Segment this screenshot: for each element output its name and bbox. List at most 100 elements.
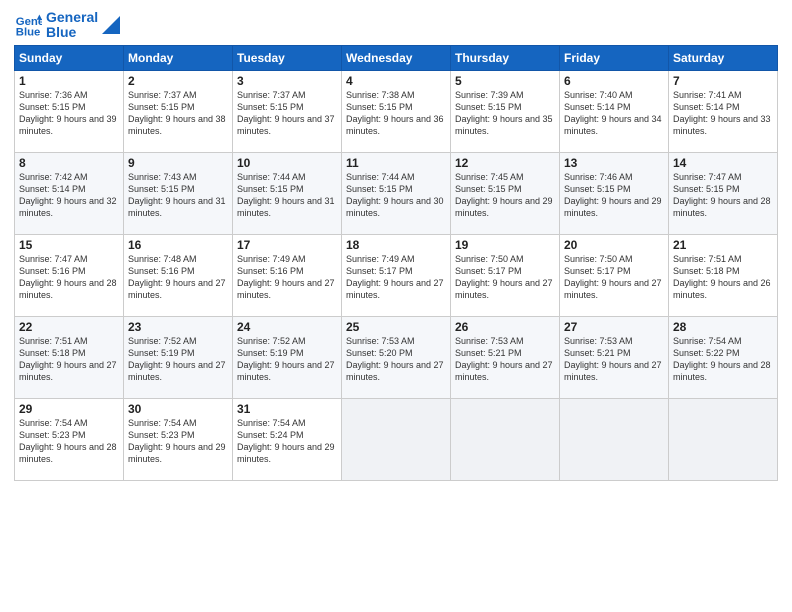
- calendar-cell: 19 Sunrise: 7:50 AMSunset: 5:17 PMDaylig…: [451, 234, 560, 316]
- calendar-cell: 7 Sunrise: 7:41 AMSunset: 5:14 PMDayligh…: [669, 70, 778, 152]
- calendar-cell: 15 Sunrise: 7:47 AMSunset: 5:16 PMDaylig…: [15, 234, 124, 316]
- calendar-table: SundayMondayTuesdayWednesdayThursdayFrid…: [14, 45, 778, 481]
- svg-text:Blue: Blue: [16, 27, 41, 39]
- weekday-header-saturday: Saturday: [669, 45, 778, 70]
- calendar-cell: 22 Sunrise: 7:51 AMSunset: 5:18 PMDaylig…: [15, 316, 124, 398]
- calendar-cell: 4 Sunrise: 7:38 AMSunset: 5:15 PMDayligh…: [342, 70, 451, 152]
- day-info: Sunrise: 7:48 AMSunset: 5:16 PMDaylight:…: [128, 254, 226, 300]
- calendar-cell: 23 Sunrise: 7:52 AMSunset: 5:19 PMDaylig…: [124, 316, 233, 398]
- day-info: Sunrise: 7:52 AMSunset: 5:19 PMDaylight:…: [237, 336, 335, 382]
- calendar-week-3: 15 Sunrise: 7:47 AMSunset: 5:16 PMDaylig…: [15, 234, 778, 316]
- day-number: 16: [128, 238, 228, 252]
- day-info: Sunrise: 7:50 AMSunset: 5:17 PMDaylight:…: [455, 254, 553, 300]
- weekday-header-tuesday: Tuesday: [233, 45, 342, 70]
- weekday-header-monday: Monday: [124, 45, 233, 70]
- day-info: Sunrise: 7:51 AMSunset: 5:18 PMDaylight:…: [673, 254, 771, 300]
- day-info: Sunrise: 7:36 AMSunset: 5:15 PMDaylight:…: [19, 90, 117, 136]
- calendar-cell: 9 Sunrise: 7:43 AMSunset: 5:15 PMDayligh…: [124, 152, 233, 234]
- day-number: 22: [19, 320, 119, 334]
- day-number: 10: [237, 156, 337, 170]
- logo-blue: Blue: [46, 25, 98, 40]
- weekday-header-friday: Friday: [560, 45, 669, 70]
- day-number: 3: [237, 74, 337, 88]
- day-number: 13: [564, 156, 664, 170]
- calendar-cell: 2 Sunrise: 7:37 AMSunset: 5:15 PMDayligh…: [124, 70, 233, 152]
- calendar-cell: 28 Sunrise: 7:54 AMSunset: 5:22 PMDaylig…: [669, 316, 778, 398]
- calendar-week-4: 22 Sunrise: 7:51 AMSunset: 5:18 PMDaylig…: [15, 316, 778, 398]
- logo-icon: General Blue: [14, 11, 42, 39]
- calendar-week-2: 8 Sunrise: 7:42 AMSunset: 5:14 PMDayligh…: [15, 152, 778, 234]
- calendar-cell: 20 Sunrise: 7:50 AMSunset: 5:17 PMDaylig…: [560, 234, 669, 316]
- calendar-week-5: 29 Sunrise: 7:54 AMSunset: 5:23 PMDaylig…: [15, 398, 778, 480]
- calendar-cell: 21 Sunrise: 7:51 AMSunset: 5:18 PMDaylig…: [669, 234, 778, 316]
- calendar-cell: 25 Sunrise: 7:53 AMSunset: 5:20 PMDaylig…: [342, 316, 451, 398]
- day-info: Sunrise: 7:54 AMSunset: 5:22 PMDaylight:…: [673, 336, 771, 382]
- calendar-cell: 30 Sunrise: 7:54 AMSunset: 5:23 PMDaylig…: [124, 398, 233, 480]
- day-info: Sunrise: 7:49 AMSunset: 5:17 PMDaylight:…: [346, 254, 444, 300]
- day-number: 7: [673, 74, 773, 88]
- day-number: 26: [455, 320, 555, 334]
- day-number: 18: [346, 238, 446, 252]
- weekday-header-sunday: Sunday: [15, 45, 124, 70]
- calendar-cell: 5 Sunrise: 7:39 AMSunset: 5:15 PMDayligh…: [451, 70, 560, 152]
- calendar-container: General Blue General Blue SundayMondayTu…: [0, 0, 792, 489]
- day-info: Sunrise: 7:47 AMSunset: 5:15 PMDaylight:…: [673, 172, 771, 218]
- calendar-cell: [451, 398, 560, 480]
- day-info: Sunrise: 7:42 AMSunset: 5:14 PMDaylight:…: [19, 172, 117, 218]
- day-info: Sunrise: 7:54 AMSunset: 5:24 PMDaylight:…: [237, 418, 335, 464]
- calendar-cell: 14 Sunrise: 7:47 AMSunset: 5:15 PMDaylig…: [669, 152, 778, 234]
- calendar-cell: [560, 398, 669, 480]
- day-number: 20: [564, 238, 664, 252]
- calendar-cell: 31 Sunrise: 7:54 AMSunset: 5:24 PMDaylig…: [233, 398, 342, 480]
- day-number: 31: [237, 402, 337, 416]
- calendar-cell: 27 Sunrise: 7:53 AMSunset: 5:21 PMDaylig…: [560, 316, 669, 398]
- calendar-cell: 29 Sunrise: 7:54 AMSunset: 5:23 PMDaylig…: [15, 398, 124, 480]
- day-info: Sunrise: 7:51 AMSunset: 5:18 PMDaylight:…: [19, 336, 117, 382]
- logo-triangle-icon: [102, 16, 120, 34]
- day-info: Sunrise: 7:54 AMSunset: 5:23 PMDaylight:…: [19, 418, 117, 464]
- day-info: Sunrise: 7:39 AMSunset: 5:15 PMDaylight:…: [455, 90, 553, 136]
- calendar-cell: 11 Sunrise: 7:44 AMSunset: 5:15 PMDaylig…: [342, 152, 451, 234]
- day-number: 2: [128, 74, 228, 88]
- day-info: Sunrise: 7:37 AMSunset: 5:15 PMDaylight:…: [237, 90, 335, 136]
- day-info: Sunrise: 7:45 AMSunset: 5:15 PMDaylight:…: [455, 172, 553, 218]
- day-number: 9: [128, 156, 228, 170]
- weekday-header-thursday: Thursday: [451, 45, 560, 70]
- day-info: Sunrise: 7:46 AMSunset: 5:15 PMDaylight:…: [564, 172, 662, 218]
- calendar-cell: 24 Sunrise: 7:52 AMSunset: 5:19 PMDaylig…: [233, 316, 342, 398]
- day-number: 11: [346, 156, 446, 170]
- calendar-cell: [342, 398, 451, 480]
- day-info: Sunrise: 7:53 AMSunset: 5:20 PMDaylight:…: [346, 336, 444, 382]
- day-info: Sunrise: 7:37 AMSunset: 5:15 PMDaylight:…: [128, 90, 226, 136]
- header: General Blue General Blue: [14, 10, 778, 41]
- day-info: Sunrise: 7:44 AMSunset: 5:15 PMDaylight:…: [346, 172, 444, 218]
- day-number: 12: [455, 156, 555, 170]
- day-info: Sunrise: 7:52 AMSunset: 5:19 PMDaylight:…: [128, 336, 226, 382]
- day-number: 29: [19, 402, 119, 416]
- day-number: 28: [673, 320, 773, 334]
- calendar-cell: 8 Sunrise: 7:42 AMSunset: 5:14 PMDayligh…: [15, 152, 124, 234]
- calendar-cell: 16 Sunrise: 7:48 AMSunset: 5:16 PMDaylig…: [124, 234, 233, 316]
- day-info: Sunrise: 7:47 AMSunset: 5:16 PMDaylight:…: [19, 254, 117, 300]
- day-number: 23: [128, 320, 228, 334]
- day-number: 5: [455, 74, 555, 88]
- day-info: Sunrise: 7:44 AMSunset: 5:15 PMDaylight:…: [237, 172, 335, 218]
- calendar-cell: 17 Sunrise: 7:49 AMSunset: 5:16 PMDaylig…: [233, 234, 342, 316]
- calendar-cell: 13 Sunrise: 7:46 AMSunset: 5:15 PMDaylig…: [560, 152, 669, 234]
- logo: General Blue General Blue: [14, 10, 120, 41]
- calendar-cell: 18 Sunrise: 7:49 AMSunset: 5:17 PMDaylig…: [342, 234, 451, 316]
- day-number: 8: [19, 156, 119, 170]
- day-number: 6: [564, 74, 664, 88]
- day-number: 4: [346, 74, 446, 88]
- day-number: 21: [673, 238, 773, 252]
- day-number: 14: [673, 156, 773, 170]
- day-number: 15: [19, 238, 119, 252]
- day-number: 1: [19, 74, 119, 88]
- calendar-cell: 26 Sunrise: 7:53 AMSunset: 5:21 PMDaylig…: [451, 316, 560, 398]
- day-info: Sunrise: 7:41 AMSunset: 5:14 PMDaylight:…: [673, 90, 771, 136]
- day-info: Sunrise: 7:38 AMSunset: 5:15 PMDaylight:…: [346, 90, 444, 136]
- calendar-header: SundayMondayTuesdayWednesdayThursdayFrid…: [15, 45, 778, 70]
- day-info: Sunrise: 7:43 AMSunset: 5:15 PMDaylight:…: [128, 172, 226, 218]
- day-info: Sunrise: 7:49 AMSunset: 5:16 PMDaylight:…: [237, 254, 335, 300]
- day-info: Sunrise: 7:54 AMSunset: 5:23 PMDaylight:…: [128, 418, 226, 464]
